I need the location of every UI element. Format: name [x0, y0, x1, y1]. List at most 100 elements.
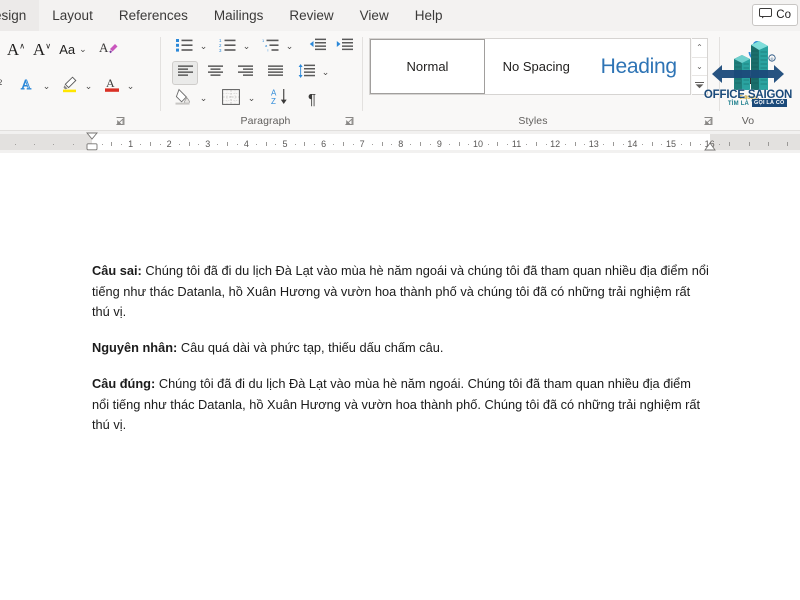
ruler-tick — [651, 142, 653, 146]
ruler-tick — [294, 144, 296, 145]
text-highlight-dropdown[interactable]: ⌄ — [82, 78, 95, 94]
styles-scroll-down-button[interactable]: ⌄ — [692, 58, 707, 77]
chevron-down-icon[interactable]: ⌄ — [753, 92, 761, 102]
group-label-styles: Styles — [518, 115, 548, 127]
tab-mailings[interactable]: Mailings — [201, 0, 277, 31]
ruler-tick — [140, 144, 142, 145]
comments-label: Co — [776, 9, 791, 21]
tab-design[interactable]: esign — [0, 0, 40, 31]
clear-formatting-button[interactable]: A — [96, 38, 122, 61]
clear-formatting-icon: A — [99, 39, 119, 61]
increase-indent-button[interactable] — [332, 36, 356, 58]
paragraph-cau-sai-text: Chúng tôi đã đi du lịch Đà Lạt vào mùa h… — [92, 263, 709, 320]
grow-font-button[interactable]: A∧ — [4, 38, 28, 61]
ruler-tick — [680, 144, 682, 145]
ruler-number: 4 — [243, 139, 249, 149]
ruler-tick — [787, 142, 789, 146]
chevron-down-icon: ⌄ — [242, 41, 251, 51]
numbering-dropdown[interactable]: ⌄ — [240, 38, 253, 55]
shrink-font-button[interactable]: A∨ — [30, 38, 54, 61]
ruler-tick — [333, 144, 335, 145]
group-label-paragraph: Paragraph — [240, 115, 291, 127]
ruler-tick — [236, 144, 238, 145]
ruler-tick — [53, 144, 55, 145]
text-effects-button[interactable]: A — [16, 75, 40, 98]
dictate-button[interactable]: Dic ⌄ — [730, 39, 784, 105]
text-effects-icon: A — [20, 76, 36, 97]
decrease-indent-button[interactable] — [305, 36, 329, 58]
ruler-tick — [227, 142, 229, 146]
styles-gallery-nav: ⌃ ⌄ — [692, 38, 708, 95]
styles-more-button[interactable] — [692, 76, 707, 94]
multilevel-list-icon: 1 a i — [262, 38, 279, 57]
right-indent-marker[interactable] — [704, 142, 716, 151]
bullets-dropdown[interactable]: ⌄ — [197, 38, 210, 55]
ruler-tick — [72, 144, 74, 145]
multilevel-list-dropdown[interactable]: ⌄ — [283, 38, 296, 55]
styles-dialog-launcher[interactable] — [703, 116, 714, 127]
text-effects-dropdown[interactable]: ⌄ — [40, 78, 53, 94]
first-line-indent-marker[interactable] — [86, 132, 98, 140]
horizontal-ruler[interactable]: 12345678910111213141516 — [0, 131, 800, 153]
styles-scroll-up-button[interactable]: ⌃ — [692, 39, 707, 58]
shading-dropdown[interactable]: ⌄ — [197, 90, 210, 107]
style-heading[interactable]: Heading — [588, 39, 691, 94]
paragraph-dialog-launcher[interactable] — [344, 116, 355, 127]
tab-layout[interactable]: Layout — [39, 0, 106, 31]
align-left-button[interactable] — [172, 61, 198, 85]
borders-button[interactable] — [218, 88, 244, 110]
ruler-tick — [449, 144, 451, 145]
line-spacing-button[interactable] — [294, 61, 318, 85]
style-normal[interactable]: Normal — [370, 39, 485, 94]
style-no-spacing[interactable]: No Spacing — [485, 39, 588, 94]
svg-text:3: 3 — [219, 47, 222, 51]
increase-indent-icon — [336, 38, 353, 56]
svg-text:i: i — [267, 47, 268, 51]
chevron-down-icon: ⌄ — [199, 93, 208, 103]
font-color-button[interactable]: A — [100, 75, 124, 98]
multilevel-list-button[interactable]: 1 a i — [258, 36, 282, 58]
pilcrow-icon: ¶ — [307, 90, 317, 108]
left-indent-marker[interactable] — [86, 143, 98, 151]
shading-button[interactable] — [172, 88, 196, 110]
grow-font-icon: A∧ — [6, 40, 26, 59]
microphone-icon — [744, 41, 770, 73]
ruler-tick — [410, 144, 412, 145]
font-dialog-launcher[interactable] — [115, 116, 126, 127]
superscript-icon: x2 — [0, 78, 3, 88]
paragraph-cau-dung[interactable]: Câu đúng: Chúng tôi đã đi du lịch Đà Lạt… — [92, 374, 710, 436]
comments-button[interactable]: Co — [752, 4, 798, 26]
ruler-number: 8 — [398, 139, 404, 149]
tab-view[interactable]: View — [347, 0, 402, 31]
line-spacing-dropdown[interactable]: ⌄ — [319, 64, 332, 81]
bullets-button[interactable] — [172, 36, 196, 58]
tab-help[interactable]: Help — [402, 0, 456, 31]
tab-review[interactable]: Review — [276, 0, 346, 31]
ruler-number: 12 — [550, 139, 561, 149]
ruler-tick — [149, 142, 151, 146]
font-color-dropdown[interactable]: ⌄ — [124, 78, 137, 94]
ruler-number: 15 — [665, 139, 677, 149]
align-center-button[interactable] — [202, 61, 228, 85]
tab-references[interactable]: References — [106, 0, 201, 31]
text-highlight-color-button[interactable] — [58, 75, 82, 98]
superscript-button[interactable]: x2 — [0, 75, 8, 98]
document-page[interactable]: Câu sai: Chúng tôi đã đi du lịch Đà Lạt … — [0, 153, 800, 600]
paragraph-cau-sai[interactable]: Câu sai: Chúng tôi đã đi du lịch Đà Lạt … — [92, 261, 710, 323]
align-right-button[interactable] — [232, 61, 258, 85]
ruler-tick — [429, 144, 431, 145]
sort-button[interactable]: A Z — [267, 88, 293, 110]
ruler-tick — [699, 144, 701, 145]
borders-dropdown[interactable]: ⌄ — [245, 90, 258, 107]
justify-button[interactable] — [262, 61, 288, 85]
styles-gallery: Normal No Spacing Heading — [369, 38, 691, 95]
paragraph-nguyen-nhan-text: Câu quá dài và phức tạp, thiếu dấu chấm … — [177, 340, 444, 356]
show-formatting-marks-button[interactable]: ¶ — [301, 88, 323, 110]
paragraph-nguyen-nhan[interactable]: Nguyên nhân: Câu quá dài và phức tạp, th… — [92, 338, 710, 359]
document-body[interactable]: Câu sai: Chúng tôi đã đi du lịch Đà Lạt … — [92, 261, 710, 436]
ruler-tick — [120, 144, 122, 145]
ribbon-group-font: 1 ⌄ A∧ A∨ Aa ⌄ A — [0, 31, 165, 131]
chevron-down-icon[interactable]: ⌄ — [79, 45, 87, 54]
change-case-button[interactable]: Aa ⌄ — [56, 38, 90, 61]
numbering-button[interactable]: 1 2 3 — [215, 36, 239, 58]
